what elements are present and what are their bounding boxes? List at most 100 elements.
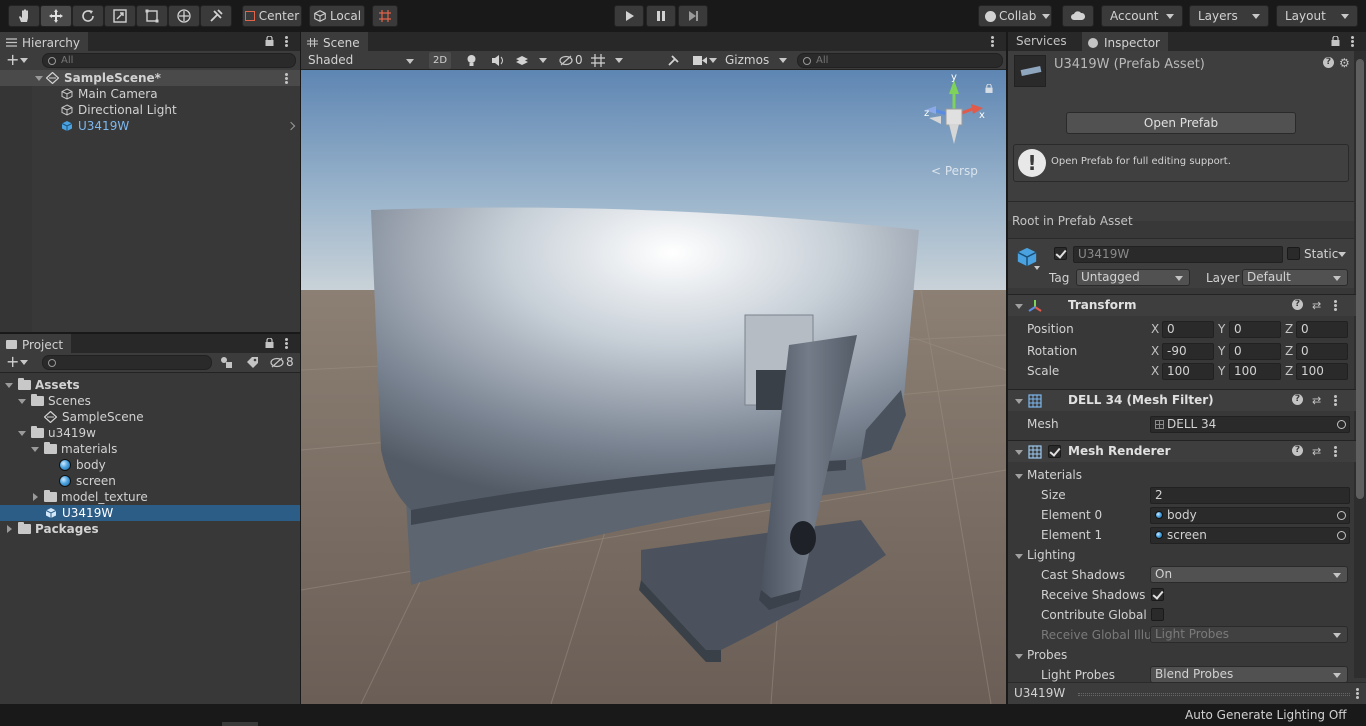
project-item-packages[interactable]: Packages [0,521,300,537]
filter-by-label-icon[interactable] [246,356,259,369]
axis-z-label[interactable]: Z [1285,364,1293,378]
add-icon[interactable]: + [6,354,19,370]
scene-row[interactable]: SampleScene* [0,70,300,86]
help-icon[interactable]: ? [1323,57,1334,68]
chevron-down-icon[interactable] [1015,474,1023,479]
rotation-z-field[interactable]: 0 [1296,343,1348,360]
tab-project[interactable]: Project [0,334,72,353]
gizmos-dropdown[interactable]: Gizmos [725,52,789,69]
light-probes-dropdown[interactable]: Blend Probes [1150,666,1348,683]
mesh-renderer-component-header[interactable]: Mesh Renderer ? ⇄ [1008,440,1356,462]
hidden-objects-icon[interactable] [559,55,573,66]
contribute-gi-checkbox[interactable] [1151,608,1164,621]
panel-menu-icon[interactable] [991,36,994,47]
cast-shadows-dropdown[interactable]: On [1150,566,1348,583]
object-picker-icon[interactable] [1337,420,1346,429]
filter-by-type-icon[interactable] [220,356,233,369]
project-item-samplescene[interactable]: SampleScene [0,409,300,425]
scene-search-input[interactable]: All [797,53,1003,68]
tools-icon[interactable] [667,54,680,67]
panel-menu-icon[interactable] [285,36,288,47]
2d-toggle[interactable]: 2D [429,52,451,69]
mesh-object-field[interactable]: DELL 34 [1150,416,1350,433]
tab-scene[interactable]: Scene [301,32,368,51]
active-checkbox[interactable] [1054,247,1067,260]
chevron-down-icon[interactable] [1015,304,1023,309]
chevron-down-icon[interactable] [1034,266,1040,270]
materials-size-field[interactable]: 2 [1150,487,1350,504]
scene-menu-icon[interactable] [285,73,288,84]
element1-material-field[interactable]: screen [1150,527,1350,544]
position-y-field[interactable]: 0 [1229,321,1281,338]
scene-viewport[interactable]: y z x < Persp [301,70,1006,704]
collab-dropdown[interactable]: Collab [978,5,1052,27]
project-item-u3419w-folder[interactable]: u3419w [0,425,300,441]
layout-dropdown[interactable]: Layout [1276,5,1358,27]
layer-dropdown[interactable]: Default [1242,269,1348,286]
audio-icon[interactable] [491,54,505,67]
lock-icon[interactable] [265,338,274,348]
hand-tool-button[interactable] [8,5,40,27]
pivot-local-button[interactable]: Local [309,5,365,27]
project-item-scenes[interactable]: Scenes [0,393,300,409]
chevron-down-icon[interactable] [18,431,26,436]
shading-mode-dropdown[interactable]: Shaded [303,52,421,69]
hierarchy-item-u3419w[interactable]: U3419W [0,118,300,134]
component-menu-icon[interactable] [1334,446,1337,457]
tab-inspector[interactable]: Inspector [1082,32,1168,51]
layers-dropdown[interactable]: Layers [1189,5,1269,27]
project-item-assets[interactable]: Assets [0,377,300,393]
lock-icon[interactable] [265,36,274,46]
presets-icon[interactable]: ⇄ [1312,394,1321,407]
chevron-down-icon[interactable] [1015,654,1023,659]
project-search-input[interactable] [42,355,212,370]
chevron-down-icon[interactable] [31,447,39,452]
object-picker-icon[interactable] [1337,531,1346,540]
element0-material-field[interactable]: body [1150,507,1350,524]
scale-x-field[interactable]: 100 [1162,363,1214,380]
chevron-down-icon[interactable] [615,58,623,63]
tag-dropdown[interactable]: Untagged [1076,269,1190,286]
rotation-y-field[interactable]: 0 [1229,343,1281,360]
chevron-down-icon[interactable] [1015,399,1023,404]
hierarchy-search-input[interactable]: All [42,53,296,68]
hierarchy-item-directional-light[interactable]: Directional Light [0,102,300,118]
tab-hierarchy[interactable]: Hierarchy [0,32,89,51]
axis-z-label[interactable]: Z [1285,322,1293,336]
scale-z-field[interactable]: 100 [1296,363,1348,380]
position-z-field[interactable]: 0 [1296,321,1348,338]
effects-icon[interactable] [515,54,529,67]
chevron-down-icon[interactable] [539,58,547,63]
scrollbar-thumb[interactable] [1356,59,1364,499]
chevron-right-icon[interactable] [33,493,38,501]
position-x-field[interactable]: 0 [1162,321,1214,338]
lock-icon[interactable] [1331,36,1340,46]
project-item-model-texture[interactable]: model_texture [0,489,300,505]
help-icon[interactable]: ? [1292,299,1303,310]
grid-toggle-icon[interactable] [591,54,605,67]
chevron-down-icon[interactable] [35,76,43,81]
transform-tool-button[interactable] [168,5,200,27]
move-tool-button[interactable] [40,5,72,27]
scale-tool-button[interactable] [104,5,136,27]
snap-grid-button[interactable] [372,5,398,27]
static-checkbox[interactable] [1287,247,1300,260]
lightbulb-icon[interactable] [465,54,478,67]
account-dropdown[interactable]: Account [1101,5,1183,27]
chevron-down-icon[interactable] [5,383,13,388]
project-item-materials[interactable]: materials [0,441,300,457]
rotation-x-field[interactable]: -90 [1162,343,1214,360]
chevron-down-icon[interactable] [1015,554,1023,559]
transform-component-header[interactable]: Transform ? ⇄ [1008,294,1356,316]
axis-z-label[interactable]: Z [1285,344,1293,358]
open-prefab-button[interactable]: Open Prefab [1066,112,1296,134]
object-name-field[interactable]: U3419W [1073,246,1283,263]
footer-menu-icon[interactable] [1356,688,1359,699]
chevron-down-icon[interactable] [18,399,26,404]
chevron-down-icon[interactable] [20,360,28,365]
axis-y-label[interactable]: Y [1218,344,1225,358]
camera-icon[interactable] [693,55,707,66]
project-item-u3419w-prefab[interactable]: U3419W [0,505,300,521]
pause-button[interactable] [646,5,676,27]
custom-tool-button[interactable] [200,5,232,27]
